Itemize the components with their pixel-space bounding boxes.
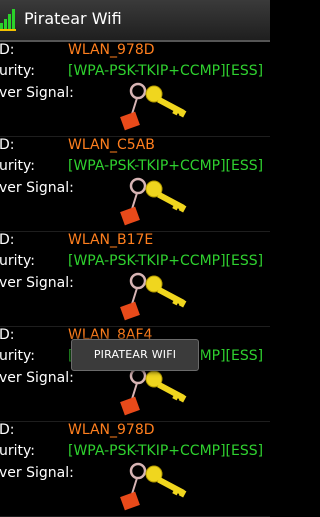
network-item[interactable]: D: WLAN_B17E urity: [WPA-PSK-TKIP+CCMP][… bbox=[0, 232, 270, 327]
security-label: urity: bbox=[0, 253, 35, 269]
security-value: [WPA-PSK-TKIP+CCMP][ESS] bbox=[68, 158, 264, 174]
security-label: urity: bbox=[0, 158, 35, 174]
ssid-value: WLAN_978D bbox=[68, 422, 155, 438]
security-label: urity: bbox=[0, 63, 35, 79]
power-signal-label: ver Signal: bbox=[0, 370, 74, 386]
network-item[interactable]: D: WLAN_C5AB urity: [WPA-PSK-TKIP+CCMP][… bbox=[0, 137, 270, 232]
power-signal-label: ver Signal: bbox=[0, 180, 74, 196]
ssid-label: D: bbox=[0, 42, 15, 58]
keys-icon bbox=[120, 82, 187, 131]
keys-icon bbox=[120, 177, 187, 226]
ssid-label: D: bbox=[0, 137, 15, 153]
network-list[interactable]: D: WLAN_978D urity: [WPA-PSK-TKIP+CCMP][… bbox=[0, 42, 270, 517]
keys-icon bbox=[120, 272, 187, 321]
power-signal-label: ver Signal: bbox=[0, 465, 74, 481]
app-title: Piratear Wifi bbox=[24, 9, 122, 28]
power-signal-label: ver Signal: bbox=[0, 275, 74, 291]
power-signal-label: ver Signal: bbox=[0, 85, 74, 101]
ssid-value: WLAN_C5AB bbox=[68, 137, 155, 153]
ssid-label: D: bbox=[0, 422, 15, 438]
security-value: [WPA-PSK-TKIP+CCMP][ESS] bbox=[68, 443, 264, 459]
security-value: [WPA-PSK-TKIP+CCMP][ESS] bbox=[68, 253, 264, 269]
security-label: urity: bbox=[0, 443, 35, 459]
ssid-label: D: bbox=[0, 327, 15, 343]
network-item[interactable]: D: WLAN_978D urity: [WPA-PSK-TKIP+CCMP][… bbox=[0, 422, 270, 517]
title-bar: Piratear Wifi bbox=[0, 0, 270, 42]
keys-icon bbox=[120, 367, 187, 416]
network-item[interactable]: D: WLAN_978D urity: [WPA-PSK-TKIP+CCMP][… bbox=[0, 42, 270, 137]
ssid-value: WLAN_978D bbox=[68, 42, 155, 58]
security-label: urity: bbox=[0, 348, 35, 364]
security-value: [WPA-PSK-TKIP+CCMP][ESS] bbox=[68, 63, 264, 79]
wifi-signal-bars-icon bbox=[0, 9, 16, 31]
ssid-value: WLAN_B17E bbox=[68, 232, 154, 248]
keys-icon bbox=[120, 462, 187, 511]
toast-text: PIRATEAR WIFI bbox=[93, 348, 177, 361]
toast-message: PIRATEAR WIFI bbox=[71, 339, 199, 371]
ssid-label: D: bbox=[0, 232, 15, 248]
